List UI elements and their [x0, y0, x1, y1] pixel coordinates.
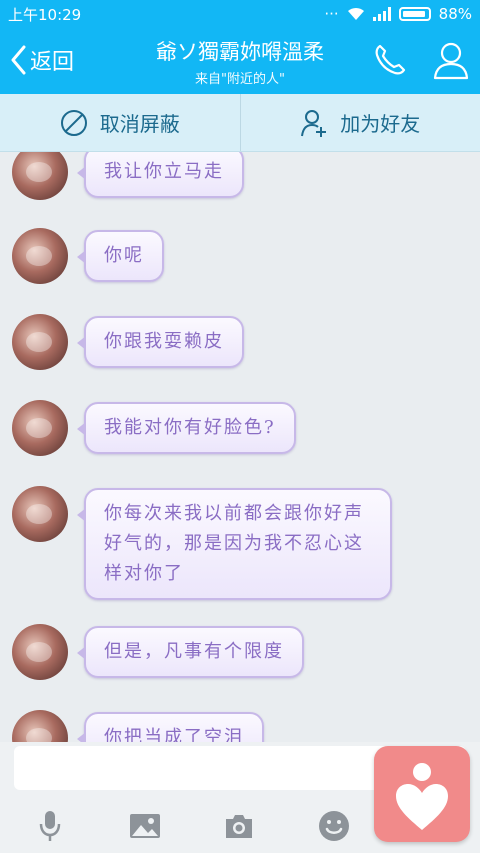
add-friend-icon — [301, 109, 327, 137]
unblock-button[interactable]: 取消屏蔽 — [0, 94, 240, 151]
contact-avatar[interactable] — [12, 400, 68, 456]
status-time: 上午10:29 — [8, 5, 82, 24]
title-bar: 返回 爺ソ獨霸妳嘚溫柔 来自"附近的人" — [0, 28, 480, 94]
person-icon — [433, 42, 469, 80]
phone-icon — [375, 44, 406, 75]
microphone-icon — [39, 811, 61, 841]
back-button[interactable]: 返回 — [10, 40, 74, 80]
contact-avatar[interactable] — [12, 624, 68, 680]
back-label: 返回 — [30, 50, 75, 75]
emoji-button[interactable] — [316, 808, 352, 844]
status-bar: 上午10:29 ··· 88% — [0, 0, 480, 28]
block-icon — [60, 109, 87, 136]
call-button[interactable] — [372, 42, 408, 78]
contact-avatar[interactable] — [12, 228, 68, 284]
message-bubble[interactable]: 我能对你有好脸色? — [77, 402, 296, 454]
camera-button[interactable] — [221, 808, 257, 844]
unblock-label: 取消屏蔽 — [99, 112, 180, 136]
chat-title: 爺ソ獨霸妳嘚溫柔 来自"附近的人" — [130, 36, 350, 87]
chevron-left-icon — [11, 45, 26, 75]
message-bubble[interactable]: 你把当成了空泪 — [77, 712, 264, 742]
battery-icon — [398, 7, 431, 21]
message-bubble[interactable]: 你呢 — [77, 230, 164, 282]
contact-avatar[interactable] — [12, 710, 68, 742]
message-bubble[interactable]: 你跟我耍赖皮 — [77, 316, 244, 368]
contact-avatar[interactable] — [12, 314, 68, 370]
message-list[interactable]: 我让你立马走 你呢 你跟我耍赖皮 我能对你有好脸色? 你每次来我以前都会跟你好声… — [0, 152, 480, 742]
stranger-action-bar: 取消屏蔽 加为好友 — [0, 94, 480, 152]
battery-percent: 88% — [438, 5, 472, 23]
contact-avatar[interactable] — [12, 486, 68, 542]
contact-avatar[interactable] — [12, 152, 68, 200]
smiley-icon — [319, 811, 349, 841]
add-friend-button[interactable]: 加为好友 — [239, 94, 480, 151]
notification-dots: ··· — [324, 5, 339, 23]
heart-person-icon — [396, 763, 448, 830]
camera-icon — [226, 815, 252, 838]
floating-app-button[interactable] — [374, 746, 470, 842]
wifi-icon — [347, 7, 364, 20]
profile-button[interactable] — [432, 40, 470, 80]
add-friend-label: 加为好友 — [340, 112, 421, 136]
message-bubble[interactable]: 你每次来我以前都会跟你好声好气的，那是因为我不忍心这样对你了 — [77, 488, 392, 600]
voice-button[interactable] — [32, 808, 68, 844]
message-bubble[interactable]: 我让你立马走 — [77, 152, 244, 198]
message-bubble[interactable]: 但是，凡事有个限度 — [77, 626, 304, 678]
contact-source: 来自"附近的人" — [195, 72, 285, 87]
signal-icon — [372, 7, 391, 21]
image-icon — [130, 814, 160, 838]
contact-name: 爺ソ獨霸妳嘚溫柔 — [156, 40, 324, 64]
photo-button[interactable] — [127, 808, 163, 844]
